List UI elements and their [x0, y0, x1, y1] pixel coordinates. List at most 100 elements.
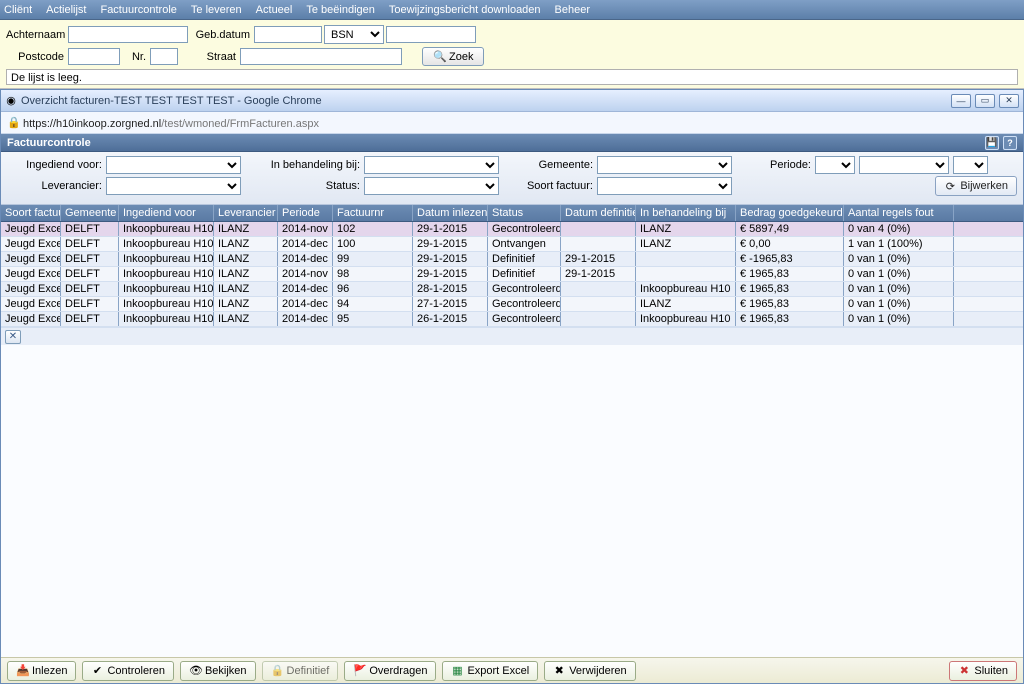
menu-item[interactable]: Te leveren: [191, 4, 242, 16]
status-select[interactable]: [364, 177, 499, 195]
table-row[interactable]: Jeugd ExcelDELFTInkoopbureau H10ILANZ201…: [1, 252, 1023, 267]
table-cell: ILANZ: [214, 222, 278, 236]
menu-item[interactable]: Actielijst: [46, 4, 86, 16]
table-cell: 0 van 1 (0%): [844, 267, 954, 281]
leverancier-label: Leverancier:: [7, 180, 102, 192]
table-cell: Gecontroleerd: [488, 222, 561, 236]
table-cell: Inkoopbureau H10: [119, 252, 214, 266]
column-header[interactable]: Aantal regels fout: [844, 205, 954, 221]
minimize-button[interactable]: —: [951, 94, 971, 108]
nr-input[interactable]: [150, 48, 178, 65]
menu-item[interactable]: Actueel: [256, 4, 293, 16]
menu-item[interactable]: Toewijzingsbericht downloaden: [389, 4, 541, 16]
table-row[interactable]: Jeugd ExcelDELFTInkoopbureau H10ILANZ201…: [1, 297, 1023, 312]
menu-item[interactable]: Beheer: [555, 4, 590, 16]
overdragen-button[interactable]: 🚩Overdragen: [344, 661, 436, 681]
column-header[interactable]: Leverancier: [214, 205, 278, 221]
postcode-input[interactable]: [68, 48, 120, 65]
help-icon[interactable]: ?: [1003, 136, 1017, 150]
table-cell: DELFT: [61, 282, 119, 296]
table-cell: ILANZ: [636, 222, 736, 236]
table-cell: 0 van 1 (0%): [844, 252, 954, 266]
save-icon[interactable]: 💾: [985, 136, 999, 150]
grid-empty-area: [1, 345, 1023, 657]
check-icon: ✔: [91, 664, 103, 677]
table-cell: Jeugd Excel: [1, 312, 61, 326]
achternaam-input[interactable]: [68, 26, 188, 43]
clear-filter-button[interactable]: ✕: [5, 330, 21, 344]
bekijken-button[interactable]: 👁Bekijken: [180, 661, 256, 681]
gemeente-select[interactable]: [597, 156, 732, 174]
url-text: https://h10inkoop.zorgned.nl/test/wmoned…: [23, 115, 319, 130]
table-cell: Inkoopbureau H10: [119, 282, 214, 296]
table-row[interactable]: Jeugd ExcelDELFTInkoopbureau H10ILANZ201…: [1, 222, 1023, 237]
menu-item[interactable]: Cliënt: [4, 4, 32, 16]
ingediend-voor-select[interactable]: [106, 156, 241, 174]
bijwerken-button[interactable]: ⟳ Bijwerken: [935, 176, 1017, 196]
straat-input[interactable]: [240, 48, 402, 65]
menu-item[interactable]: Te beëindigen: [306, 4, 375, 16]
table-cell: Jeugd Excel: [1, 222, 61, 236]
in-behandeling-bij-select[interactable]: [364, 156, 499, 174]
id-input[interactable]: [386, 26, 476, 43]
search-area: Achternaam Geb.datum BSN Postcode Nr. St…: [0, 20, 1024, 89]
column-header[interactable]: Gemeente: [61, 205, 119, 221]
periode-month-select[interactable]: [859, 156, 949, 174]
delete-icon: ✖: [553, 664, 565, 677]
table-cell: 0 van 1 (0%): [844, 282, 954, 296]
column-header[interactable]: In behandeling bij: [636, 205, 736, 221]
table-cell: DELFT: [61, 222, 119, 236]
periode-extra-select[interactable]: [953, 156, 988, 174]
table-cell: 29-1-2015: [561, 252, 636, 266]
table-cell: [636, 267, 736, 281]
table-cell: 100: [333, 237, 413, 251]
menu-item[interactable]: Factuurcontrole: [100, 4, 176, 16]
export-excel-button[interactable]: ▦Export Excel: [442, 661, 538, 681]
address-bar[interactable]: 🔒 https://h10inkoop.zorgned.nl/test/wmon…: [1, 112, 1023, 134]
table-row[interactable]: Jeugd ExcelDELFTInkoopbureau H10ILANZ201…: [1, 267, 1023, 282]
table-cell: ILANZ: [636, 297, 736, 311]
inlezen-button[interactable]: 📥Inlezen: [7, 661, 76, 681]
column-header[interactable]: Datum definitief: [561, 205, 636, 221]
table-cell: 0 van 1 (0%): [844, 312, 954, 326]
table-cell: Inkoopbureau H10: [119, 267, 214, 281]
periode-year-select[interactable]: [815, 156, 855, 174]
table-cell: 2014-nov: [278, 222, 333, 236]
table-cell: Inkoopbureau H10: [636, 312, 736, 326]
table-cell: Jeugd Excel: [1, 282, 61, 296]
bottom-bar: 📥Inlezen ✔Controleren 👁Bekijken 🔒Definit…: [1, 657, 1023, 683]
table-cell: 29-1-2015: [413, 237, 488, 251]
column-header[interactable]: Datum inlezen▼: [413, 205, 488, 221]
table-cell: Inkoopbureau H10: [119, 312, 214, 326]
table-cell: DELFT: [61, 267, 119, 281]
column-header[interactable]: Bedrag goedgekeurd: [736, 205, 844, 221]
table-row[interactable]: Jeugd ExcelDELFTInkoopbureau H10ILANZ201…: [1, 282, 1023, 297]
leverancier-select[interactable]: [106, 177, 241, 195]
close-window-button[interactable]: ✕: [999, 94, 1019, 108]
soort-factuur-select[interactable]: [597, 177, 732, 195]
column-header[interactable]: Factuurnr: [333, 205, 413, 221]
maximize-button[interactable]: ▭: [975, 94, 995, 108]
sluiten-button[interactable]: ✖Sluiten: [949, 661, 1017, 681]
table-cell: ILANZ: [214, 312, 278, 326]
popup-title: Overzicht facturen-TEST TEST TEST TEST -…: [21, 95, 947, 107]
table-cell: ILANZ: [214, 297, 278, 311]
table-row[interactable]: Jeugd ExcelDELFTInkoopbureau H10ILANZ201…: [1, 312, 1023, 327]
table-cell: € 1965,83: [736, 297, 844, 311]
column-header[interactable]: Periode: [278, 205, 333, 221]
column-header[interactable]: Status: [488, 205, 561, 221]
column-header[interactable]: Ingediend voor: [119, 205, 214, 221]
table-cell: € 1965,83: [736, 312, 844, 326]
table-cell: € -1965,83: [736, 252, 844, 266]
gebdatum-input[interactable]: [254, 26, 322, 43]
table-cell: ILANZ: [214, 282, 278, 296]
idtype-select[interactable]: BSN: [324, 25, 384, 44]
table-cell: 0 van 4 (0%): [844, 222, 954, 236]
table-row[interactable]: Jeugd ExcelDELFTInkoopbureau H10ILANZ201…: [1, 237, 1023, 252]
zoek-button[interactable]: 🔍 Zoek: [422, 47, 484, 66]
controleren-button[interactable]: ✔Controleren: [82, 661, 173, 681]
list-status: De lijst is leeg.: [6, 69, 1018, 85]
verwijderen-button[interactable]: ✖Verwijderen: [544, 661, 635, 681]
column-header[interactable]: Soort factuur: [1, 205, 61, 221]
bijwerken-label: Bijwerken: [960, 180, 1008, 192]
